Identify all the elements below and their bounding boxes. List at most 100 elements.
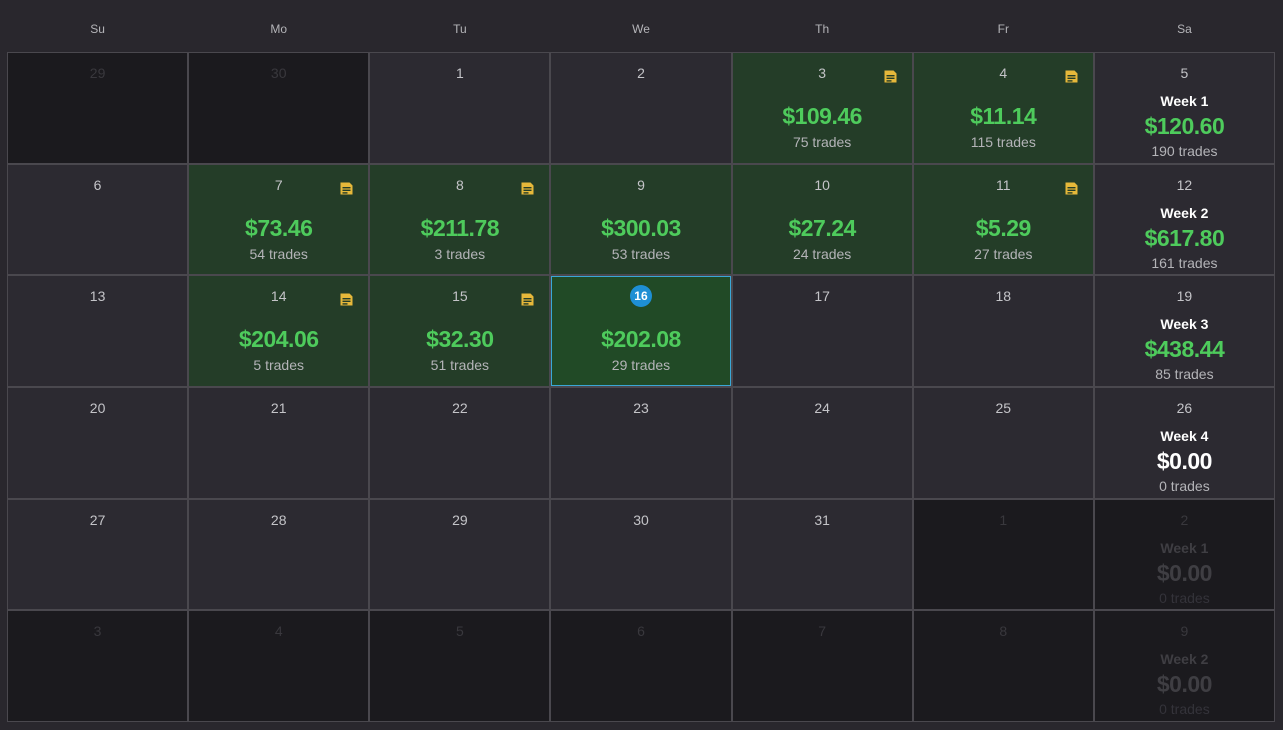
day-number: 22 xyxy=(452,399,468,416)
today-date-badge: 16 xyxy=(629,285,652,308)
day-number: 7 xyxy=(818,623,827,640)
week-pnl: $617.80 xyxy=(1144,224,1225,251)
weekday-label: We xyxy=(632,22,650,36)
note-icon[interactable] xyxy=(520,292,535,307)
day-number: 24 xyxy=(814,399,830,416)
day-cell[interactable]: 15 $32.30 51 trades xyxy=(370,276,550,386)
day-cell[interactable]: 1 xyxy=(370,53,550,163)
day-cell[interactable]: 29 xyxy=(8,53,188,163)
week-pnl: $438.44 xyxy=(1144,336,1225,363)
day-number: 31 xyxy=(814,511,830,528)
day-cell[interactable]: 6 xyxy=(8,164,188,275)
note-icon[interactable] xyxy=(1064,69,1079,84)
day-cell[interactable]: 23 xyxy=(551,387,731,498)
week-pnl: $120.60 xyxy=(1144,113,1225,139)
day-pnl: $204.06 xyxy=(238,326,319,353)
day-number: 13 xyxy=(89,288,106,305)
day-number: 17 xyxy=(814,288,830,305)
day-cell[interactable]: 10 $27.24 24 trades xyxy=(732,164,912,275)
day-number: 19 xyxy=(1176,288,1193,305)
day-pnl: $211.78 xyxy=(420,214,500,241)
day-cell[interactable]: 3 $109.46 75 trades xyxy=(732,53,912,163)
day-pnl: $27.24 xyxy=(788,214,856,241)
day-trade-count: 53 trades xyxy=(611,245,671,262)
calendar: Su Mo Tu We Th Fr Sa 29 30 1 2 3 $109.46 75 trades 4 $… xyxy=(0,0,1283,730)
day-number: 6 xyxy=(93,176,102,193)
day-cell[interactable]: 4 $11.14 115 trades xyxy=(913,53,1093,163)
week-summary-cell[interactable]: 9 Week 2 $0.00 0 trades xyxy=(1094,611,1274,721)
week-summary-cell[interactable]: 5 Week 1 $120.60 190 trades xyxy=(1094,53,1274,163)
week-label: Week 1 xyxy=(1160,93,1209,109)
week-summary-cell[interactable]: 12 Week 2 $617.80 161 trades xyxy=(1094,164,1274,275)
day-cell[interactable]: 2 xyxy=(551,53,731,163)
day-pnl: $73.46 xyxy=(245,214,313,241)
note-icon[interactable] xyxy=(339,292,354,307)
day-trade-count: 3 trades xyxy=(434,245,486,262)
day-number: 4 xyxy=(274,623,283,640)
day-cell[interactable]: 3 xyxy=(8,611,188,721)
day-cell[interactable]: 21 xyxy=(189,387,369,498)
day-trade-count: 24 trades xyxy=(792,245,852,262)
week-summary-cell[interactable]: 26 Week 4 $0.00 0 trades xyxy=(1094,387,1274,498)
weekday-label: Fr xyxy=(997,22,1009,36)
day-cell[interactable]: 14 $204.06 5 trades xyxy=(189,276,369,386)
day-number: 9 xyxy=(1180,623,1189,640)
day-cell[interactable]: 13 xyxy=(8,276,188,386)
day-number: 12 xyxy=(1176,176,1193,193)
week-summary-cell[interactable]: 19 Week 3 $438.44 85 trades xyxy=(1094,276,1274,386)
day-cell[interactable]: 9 $300.03 53 trades xyxy=(551,164,731,275)
day-number: 21 xyxy=(270,399,287,416)
day-pnl: $5.29 xyxy=(975,214,1032,241)
day-trade-count: 115 trades xyxy=(970,134,1036,150)
note-icon[interactable] xyxy=(1064,181,1079,196)
day-number: 10 xyxy=(814,176,830,193)
day-number: 5 xyxy=(1180,65,1189,81)
day-cell[interactable]: 11 $5.29 27 trades xyxy=(913,164,1093,275)
day-cell[interactable]: 8 xyxy=(913,611,1093,721)
day-cell[interactable]: 8 $211.78 3 trades xyxy=(370,164,550,275)
day-cell[interactable]: 28 xyxy=(189,499,369,610)
day-number: 25 xyxy=(995,399,1012,416)
week-label: Week 4 xyxy=(1160,427,1209,444)
day-cell[interactable]: 6 xyxy=(551,611,731,721)
day-cell[interactable]: 1 xyxy=(913,499,1093,610)
day-cell[interactable]: 25 xyxy=(913,387,1093,498)
day-number: 1 xyxy=(999,511,1008,528)
day-cell[interactable]: 4 xyxy=(189,611,369,721)
day-cell[interactable]: 22 xyxy=(370,387,550,498)
day-cell[interactable]: 18 xyxy=(913,276,1093,386)
day-number: 30 xyxy=(633,511,649,528)
day-number: 29 xyxy=(89,65,106,81)
day-number: 1 xyxy=(455,65,464,81)
day-trade-count: 54 trades xyxy=(249,245,308,262)
day-cell[interactable]: 5 xyxy=(370,611,550,721)
day-number: 30 xyxy=(270,65,287,81)
week-label: Week 3 xyxy=(1160,316,1209,333)
day-cell[interactable]: 30 xyxy=(551,499,731,610)
day-trade-count: 75 trades xyxy=(792,134,852,150)
day-pnl: $109.46 xyxy=(782,103,862,129)
day-cell[interactable]: 27 xyxy=(8,499,188,610)
day-trade-count: 51 trades xyxy=(430,357,490,374)
day-cell[interactable]: 31 xyxy=(732,499,912,610)
day-pnl: $300.03 xyxy=(601,214,681,241)
note-icon[interactable] xyxy=(520,181,535,196)
day-cell[interactable]: 7 xyxy=(732,611,912,721)
note-icon[interactable] xyxy=(883,69,898,84)
day-cell[interactable]: 7 $73.46 54 trades xyxy=(189,164,369,275)
week-pnl: $0.00 xyxy=(1156,671,1213,698)
note-icon[interactable] xyxy=(339,181,354,196)
day-cell[interactable]: 29 xyxy=(370,499,550,610)
day-cell[interactable]: 24 xyxy=(732,387,912,498)
day-trade-count: 5 trades xyxy=(253,357,304,374)
day-cell[interactable]: 30 xyxy=(189,53,369,163)
day-cell[interactable]: 20 xyxy=(8,387,188,498)
day-number: 3 xyxy=(93,623,102,640)
day-cell[interactable]: 17 xyxy=(732,276,912,386)
day-number: 26 xyxy=(1176,399,1193,416)
day-number: 27 xyxy=(89,511,106,528)
week-summary-cell[interactable]: 2 Week 1 $0.00 0 trades xyxy=(1094,499,1274,610)
day-cell[interactable]: 16 $202.08 29 trades xyxy=(551,276,731,386)
calendar-grid: 29 30 1 2 3 $109.46 75 trades 4 $11.14 115 trades… xyxy=(7,52,1275,722)
week-label: Week 2 xyxy=(1160,204,1209,221)
